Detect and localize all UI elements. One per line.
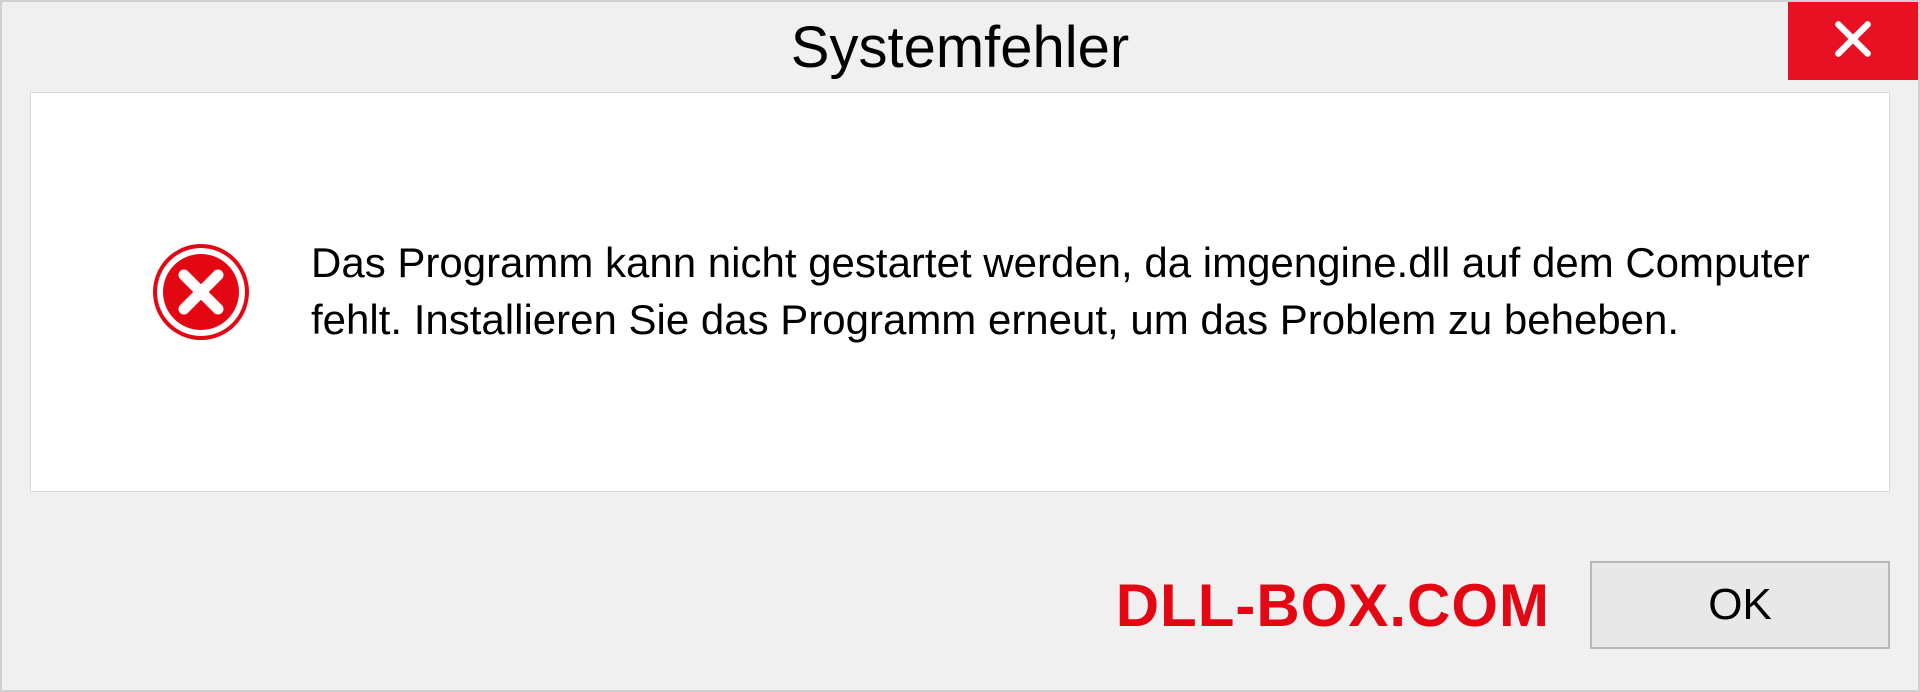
button-bar: DLL-BOX.COM OK bbox=[2, 520, 1918, 690]
error-icon bbox=[151, 242, 251, 342]
error-dialog: Systemfehler Das Programm kann nicht ges… bbox=[0, 0, 1920, 692]
error-message: Das Programm kann nicht gestartet werden… bbox=[311, 235, 1829, 348]
close-button[interactable] bbox=[1788, 2, 1918, 80]
content-area: Das Programm kann nicht gestartet werden… bbox=[2, 92, 1918, 520]
title-bar: Systemfehler bbox=[2, 2, 1918, 92]
ok-button[interactable]: OK bbox=[1590, 561, 1890, 649]
close-icon bbox=[1831, 17, 1875, 66]
dialog-title: Systemfehler bbox=[791, 14, 1129, 81]
message-panel: Das Programm kann nicht gestartet werden… bbox=[30, 92, 1890, 492]
ok-button-label: OK bbox=[1708, 580, 1772, 630]
watermark-text: DLL-BOX.COM bbox=[1116, 571, 1550, 640]
